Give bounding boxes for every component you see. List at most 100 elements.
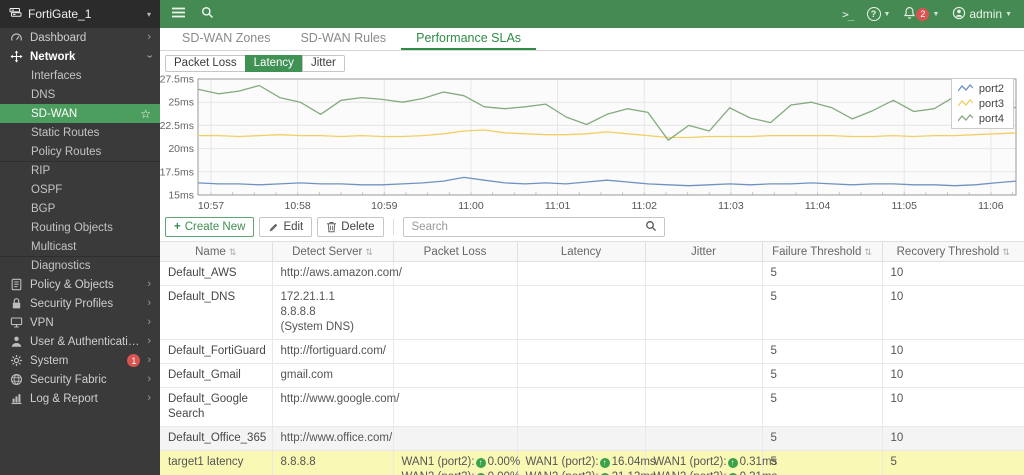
column-header-name[interactable]: Name ⇅ [160,241,273,262]
cell-packet-loss [393,387,518,427]
sla-row-default-gmail[interactable]: Default_Gmail gmail.com 5 10 [160,363,1024,388]
server-line: 172.21.1.1 [280,291,335,303]
sort-icon: ⇅ [365,246,373,257]
sidebar-item-interfaces[interactable]: Interfaces [0,66,160,85]
favorite-star-icon[interactable]: ☆ [140,107,151,121]
cell-failure-threshold: 5 [762,426,883,451]
metric-value: 21.13ms [612,470,656,475]
table-search-box [402,217,665,237]
sidebar-item-label: Dashboard [30,31,87,44]
sidebar-item-label: Network [30,50,76,63]
sidebar-item-dns[interactable]: DNS [0,85,160,104]
sidebar-item-security-fabric[interactable]: Security Fabric › [0,370,160,389]
column-header-failure-threshold[interactable]: Failure Threshold ⇅ [762,241,883,262]
sidebar-item-label: Security Fabric [30,373,107,386]
sidebar-item-bgp[interactable]: BGP [0,199,160,218]
sidebar-item-network[interactable]: Network › [0,47,160,66]
sidebar-item-system[interactable]: System 1 › [0,351,160,370]
column-label: Failure Threshold [772,245,862,258]
subtab-latency[interactable]: Latency [244,55,303,72]
sla-row-default-aws[interactable]: Default_AWS http://aws.amazon.com/5 10 [160,261,1024,286]
notification-badge: 2 [916,7,930,21]
delete-button[interactable]: Delete [317,217,384,237]
cell-name: Default_DNS [160,285,273,340]
cell-name: target1 latency [160,450,273,475]
sidebar-item-vpn[interactable]: VPN › [0,313,160,332]
user-menu-button[interactable]: admin ▼ [952,6,1012,23]
tab-performance-slas[interactable]: Performance SLAs [401,28,537,50]
chevron-right-icon: › [147,31,151,43]
cell-recovery-threshold: 10 [882,261,1024,286]
cell-packet-loss [393,363,518,388]
cli-console-button[interactable]: >_ [842,8,854,21]
column-header-recovery-threshold[interactable]: Recovery Threshold ⇅ [882,241,1024,262]
sla-row-default-office-365[interactable]: Default_Office_365 http://www.office.com/… [160,426,1024,451]
help-menu-button[interactable]: ? ▼ [866,7,890,21]
chevron-right-icon: › [147,373,151,385]
server-line: http://www.office.com/ [280,432,393,444]
device-name: FortiGate_1 [28,7,92,21]
legend-label: port2 [978,82,1004,95]
server-line: http://www.google.com/ [280,393,400,405]
search-icon [201,6,214,22]
legend-line-swatch [957,99,973,108]
svg-text:11:03: 11:03 [718,200,744,212]
notifications-button[interactable]: 2 ▼ [903,6,939,23]
column-label: Name [195,245,226,258]
sla-row-default-dns[interactable]: Default_DNS 172.21.1.1 8.8.8.8 (System DNS)… [160,285,1024,340]
sidebar-item-user-authentication[interactable]: User & Authentication › [0,332,160,351]
table-search-button[interactable] [638,218,664,236]
sidebar-item-diagnostics[interactable]: Diagnostics [0,256,160,275]
cell-packet-loss [393,426,518,451]
sidebar-item-routing-objects[interactable]: Routing Objects [0,218,160,237]
subtab-jitter[interactable]: Jitter [301,55,345,72]
sidebar-item-label: Interfaces [31,69,82,82]
sidebar-item-dashboard[interactable]: Dashboard › [0,28,160,47]
sidebar-item-security-profiles[interactable]: Security Profiles › [0,294,160,313]
tab-sd-wan-rules[interactable]: SD-WAN Rules [285,28,401,50]
server-line: 8.8.8.8 [280,456,316,468]
bar-chart-icon [10,392,23,405]
chevron-down-icon: › [143,54,156,59]
sidebar-item-multicast[interactable]: Multicast [0,237,160,256]
member-label: WAN1 (port2): [525,456,599,468]
main-area: >_ ? ▼ 2 ▼ admin ▼ SD-WAN Zones SD-WAN Ru… [160,0,1024,475]
topbar: >_ ? ▼ 2 ▼ admin ▼ [160,0,1024,28]
cell-recovery-threshold: 10 [882,285,1024,340]
sidebar-item-static-routes[interactable]: Static Routes [0,123,160,142]
sidebar-item-label: SD-WAN [31,107,78,120]
sidebar-item-label: Policy & Objects [30,278,114,291]
sla-row-default-fortiguard[interactable]: Default_FortiGuard http://fortiguard.com/… [160,339,1024,364]
latency-chart: 15ms 17.5ms 20ms 22.5ms 25ms 27.5ms 10:57 10:58… [160,75,1024,215]
sidebar-item-label: Security Profiles [30,297,114,310]
cell-failure-threshold: 5 [762,339,883,364]
sla-row-default-google-search[interactable]: Default_Google Search http://www.google.c… [160,387,1024,427]
legend-item-port2[interactable]: port2 [957,81,1004,96]
sidebar-item-sd-wan[interactable]: SD-WAN ☆ [0,104,160,123]
svg-text:25ms: 25ms [168,97,194,109]
cell-recovery-threshold: 10 [882,426,1024,451]
table-search-input[interactable] [403,221,638,233]
global-search-button[interactable] [201,6,214,22]
sidebar-item-log-report[interactable]: Log & Report › [0,389,160,408]
menu-toggle-button[interactable] [172,7,185,21]
cell-detect-server: http://fortiguard.com/ [272,339,394,364]
sidebar-item-policy-objects[interactable]: Policy & Objects › [0,275,160,294]
tab-sd-wan-zones[interactable]: SD-WAN Zones [167,28,285,50]
legend-item-port4[interactable]: port4 [957,111,1004,126]
gauge-icon [10,31,23,44]
sidebar-item-ospf[interactable]: OSPF [0,180,160,199]
legend-item-port3[interactable]: port3 [957,96,1004,111]
sidebar-item-policy-routes[interactable]: Policy Routes [0,142,160,161]
column-label: Latency [560,245,602,258]
subtab-packet-loss[interactable]: Packet Loss [165,55,246,72]
column-header-detect-server[interactable]: Detect Server ⇅ [272,241,394,262]
sidebar-item-label: Static Routes [31,126,100,139]
sidebar-item-rip[interactable]: RIP [0,161,160,180]
edit-button[interactable]: Edit [259,217,313,237]
create-new-button[interactable]: + Create New [165,217,255,237]
member-metric-line: WAN1 (port2): ↑ 0.00% [402,455,521,470]
sidebar-header-device[interactable]: FortiGate_1 ▾ [0,0,160,28]
chevron-right-icon: › [147,297,151,309]
sla-row-target1-latency[interactable]: target1 latency 8.8.8.8 WAN1 (port2): ↑ 0.00… [160,450,1024,475]
